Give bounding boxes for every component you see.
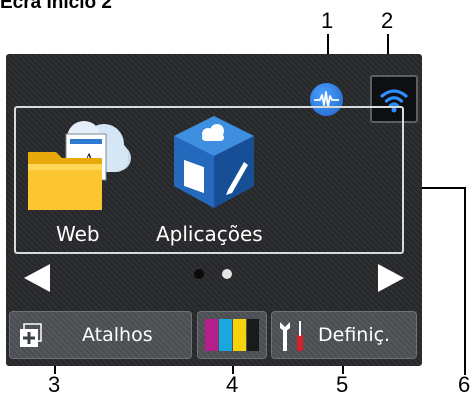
apps-label: Aplicações (156, 222, 263, 246)
callout-6: 6 (458, 372, 471, 397)
tools-icon (280, 321, 303, 351)
shortcuts-button[interactable]: Atalhos (9, 311, 192, 359)
shortcuts-label: Atalhos (82, 324, 153, 346)
callout-5: 5 (336, 372, 349, 397)
left-arrow-button[interactable] (22, 262, 52, 299)
apps-cube-icon (174, 116, 254, 208)
page-dot-2 (222, 269, 232, 279)
chevron-left-icon (24, 264, 50, 292)
web-app-label: Web (56, 222, 100, 246)
ink-cartridges-icon (205, 319, 259, 351)
settings-button[interactable]: Definiç. (271, 311, 417, 359)
settings-label: Definiç. (318, 324, 391, 346)
page-dot-1 (194, 269, 204, 279)
leader-line-6v (464, 187, 466, 375)
ink-button[interactable] (197, 311, 267, 359)
chevron-right-icon (378, 264, 404, 292)
right-arrow-button[interactable] (376, 262, 406, 299)
web-folder-icon: A (28, 121, 131, 210)
callout-4: 4 (226, 372, 239, 397)
callout-2: 2 (381, 8, 394, 33)
shortcut-plus-icon (20, 323, 42, 347)
page-heading: Ecrã Início 2 (0, 0, 112, 13)
callout-3: 3 (48, 372, 61, 397)
callout-1: 1 (321, 8, 334, 33)
